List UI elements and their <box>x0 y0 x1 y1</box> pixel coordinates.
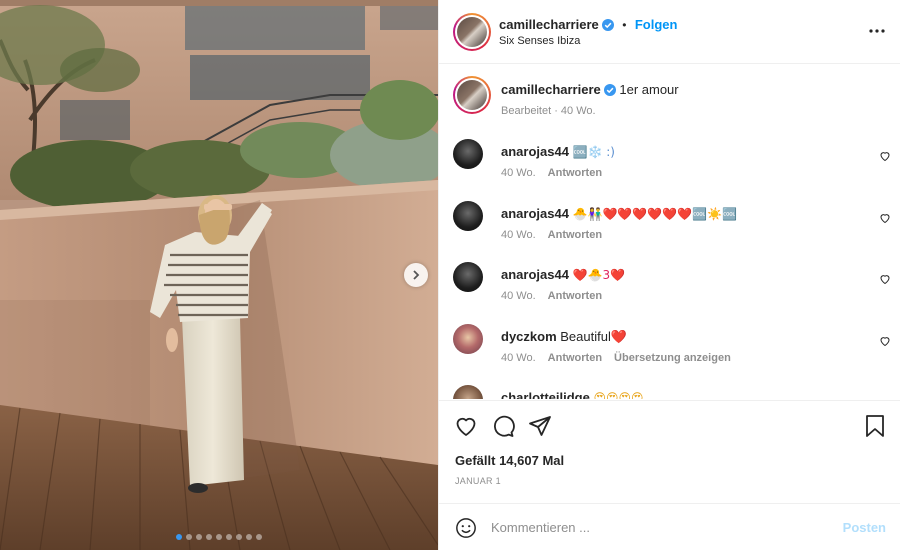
carousel-dot <box>216 534 222 540</box>
comment-time: 40 Wo. <box>501 290 536 302</box>
follow-button[interactable]: Folgen <box>635 17 678 32</box>
dot-separator: • <box>622 18 627 32</box>
more-horizontal-icon[interactable] <box>868 22 886 45</box>
comment-text: anarojas44 🐣👫❤️❤️❤️❤️❤️❤️🆒☀️🆒 <box>501 206 737 221</box>
carousel-dot <box>246 534 252 540</box>
paper-plane-icon[interactable] <box>528 414 552 443</box>
post-side-panel: camillecharriere • Folgen Six Senses Ibi… <box>438 0 900 550</box>
post-photo <box>0 0 438 550</box>
photo-illustration <box>0 0 438 550</box>
caption-row: camillecharriere 1er amour Bearbeitet · … <box>453 76 893 126</box>
comment-like-icon[interactable] <box>879 211 891 229</box>
comment-time: 40 Wo. <box>501 167 536 179</box>
caption-meta: Bearbeitet · 40 Wo. <box>501 105 596 117</box>
post-location[interactable]: Six Senses Ibiza <box>499 35 580 47</box>
comment-time: 40 Wo. <box>501 352 536 364</box>
comment-time: 40 Wo. <box>501 229 536 241</box>
heart-outline-icon[interactable] <box>454 414 478 443</box>
bookmark-icon[interactable] <box>864 414 886 443</box>
verified-badge-icon <box>603 84 616 99</box>
comment-text: anarojas44 ❤️🐣3❤️ <box>501 267 625 282</box>
carousel-dot <box>186 534 192 540</box>
comment-body: 🐣👫❤️❤️❤️❤️❤️❤️🆒☀️🆒 <box>572 207 737 221</box>
comment-like-icon[interactable] <box>879 149 891 167</box>
comment-row: anarojas44 🐣👫❤️❤️❤️❤️❤️❤️🆒☀️🆒 40 Wo. Antw… <box>453 201 893 245</box>
comment-bubble-icon[interactable] <box>491 414 515 443</box>
carousel-dot <box>226 534 232 540</box>
comment-body: 😍😍😍😍 <box>593 391 644 399</box>
comment-username[interactable]: anarojas44 <box>501 267 569 282</box>
commenter-avatar[interactable] <box>453 201 483 231</box>
comment-input[interactable] <box>491 516 821 538</box>
comments-list: camillecharriere 1er amour Bearbeitet · … <box>439 65 900 399</box>
smiley-icon[interactable] <box>455 517 477 544</box>
reply-button[interactable]: Antworten <box>548 167 602 179</box>
comment-text: charlotteilidge 😍😍😍😍 <box>501 390 644 399</box>
author-username[interactable]: camillecharriere <box>499 17 599 32</box>
next-photo-button[interactable] <box>404 263 428 287</box>
caption-avatar[interactable] <box>453 76 491 114</box>
comment-meta: 40 Wo. Antworten Übersetzung anzeigen <box>501 352 743 364</box>
commenter-avatar[interactable] <box>453 262 483 292</box>
comment-meta: 40 Wo. Antworten <box>501 290 614 302</box>
author-line: camillecharriere • Folgen <box>499 16 677 36</box>
comment-row: charlotteilidge 😍😍😍😍 <box>453 385 893 399</box>
likes-count[interactable]: Gefällt 14,607 Mal <box>455 453 564 468</box>
comment-text: dyczkom Beautiful❤️ <box>501 329 627 345</box>
comment-meta: 40 Wo. Antworten <box>501 229 614 241</box>
carousel-dot <box>236 534 242 540</box>
comment-username[interactable]: anarojas44 <box>501 206 569 221</box>
verified-badge-icon <box>601 18 614 36</box>
post-date: JANUAR 1 <box>455 476 501 486</box>
comment-row: anarojas44 ❤️🐣3❤️ 40 Wo. Antworten <box>453 262 893 306</box>
author-avatar[interactable] <box>453 13 491 51</box>
comment-like-icon[interactable] <box>879 334 891 352</box>
comment-body: ❤️🐣3❤️ <box>572 268 626 282</box>
comment-username[interactable]: dyczkom <box>501 329 557 344</box>
comment-row: anarojas44 🆒❄️ :) 40 Wo. Antworten <box>453 139 893 183</box>
post-comment-button[interactable]: Posten <box>843 520 886 535</box>
carousel-dot <box>196 534 202 540</box>
comment-username[interactable]: charlotteilidge <box>501 390 590 399</box>
comment-text: anarojas44 🆒❄️ :) <box>501 144 615 159</box>
reply-button[interactable]: Antworten <box>548 229 602 241</box>
carousel-indicator <box>0 534 438 540</box>
add-comment-bar: Posten <box>439 503 900 550</box>
chevron-right-icon <box>411 270 421 280</box>
translate-button[interactable]: Übersetzung anzeigen <box>614 352 731 364</box>
post-header: camillecharriere • Folgen Six Senses Ibi… <box>439 0 900 64</box>
comment-username[interactable]: anarojas44 <box>501 144 569 159</box>
reply-button[interactable]: Antworten <box>548 352 602 364</box>
reply-button[interactable]: Antworten <box>548 290 602 302</box>
comment-meta: 40 Wo. Antworten <box>501 167 614 179</box>
carousel-dot <box>176 534 182 540</box>
commenter-avatar[interactable] <box>453 139 483 169</box>
comment-like-icon[interactable] <box>879 272 891 290</box>
carousel-dot <box>256 534 262 540</box>
caption-body: 1er amour <box>619 82 679 97</box>
post-actions: Gefällt 14,607 Mal JANUAR 1 <box>439 400 900 503</box>
comment-body: Beautiful❤️ <box>560 329 628 344</box>
comment-body: 🆒❄️ :) <box>572 145 615 159</box>
caption-text: camillecharriere 1er amour <box>501 82 679 99</box>
comment-row: dyczkom Beautiful❤️ 40 Wo. Antworten Übers… <box>453 324 893 368</box>
commenter-avatar[interactable] <box>453 385 483 399</box>
carousel-dot <box>206 534 212 540</box>
commenter-avatar[interactable] <box>453 324 483 354</box>
caption-username[interactable]: camillecharriere <box>501 82 601 97</box>
